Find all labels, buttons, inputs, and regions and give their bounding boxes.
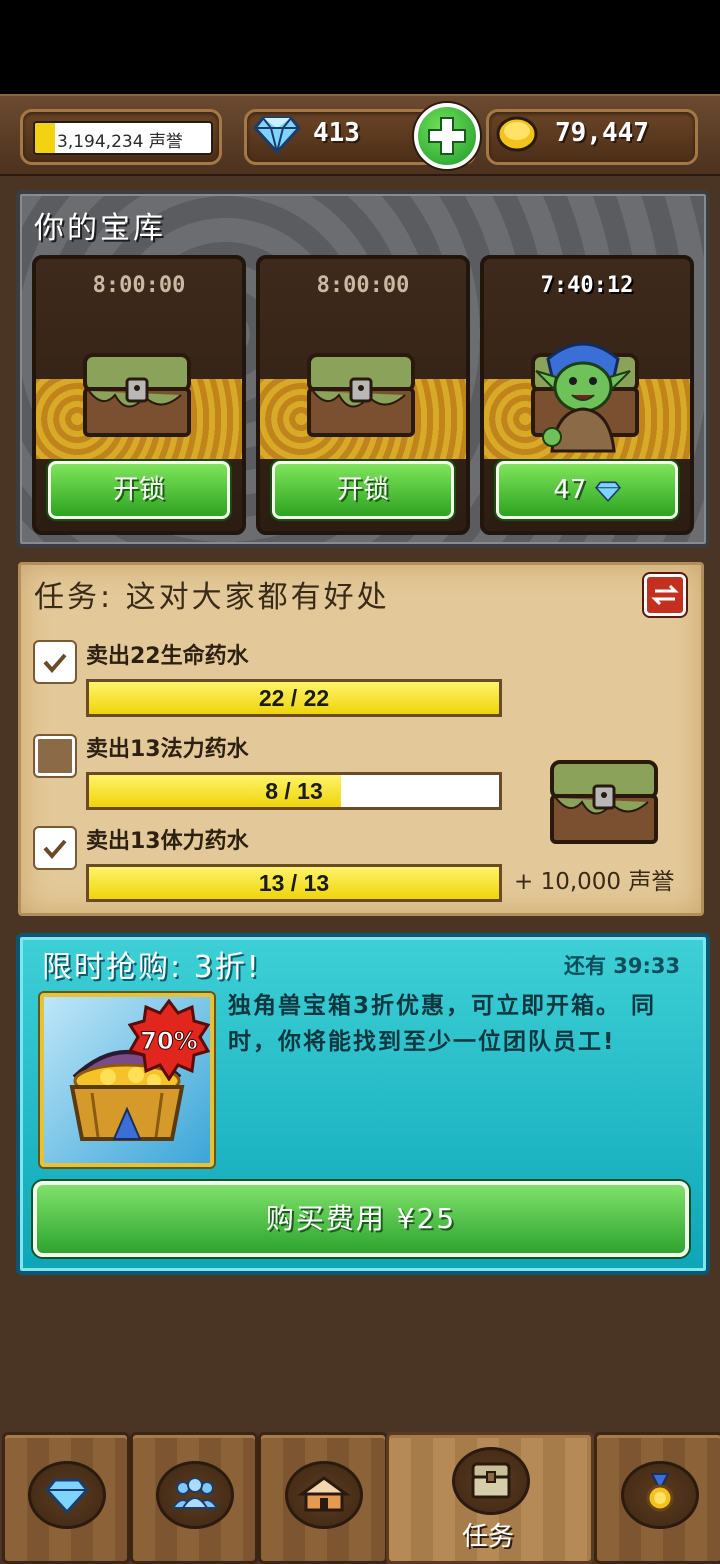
nav-team-icon-bg — [156, 1461, 234, 1529]
task-label: 卖出13法力药水 — [86, 737, 249, 762]
task-label: 卖出13体力药水 — [86, 829, 249, 854]
chest-icon — [307, 353, 415, 437]
house-icon — [297, 1476, 351, 1512]
flash-sale-title: 限时抢购: 3折! — [42, 950, 261, 985]
checkmark-icon — [43, 653, 67, 674]
nav-shop-icon-bg — [28, 1461, 106, 1529]
gold-pill[interactable]: 79,447 — [486, 109, 698, 165]
mission-reward: + 10,000 声誉 — [514, 869, 675, 895]
fame-progress: 3,194,234 声誉 — [33, 121, 213, 155]
vault-slot-2[interactable]: 8:00:00 开锁 — [256, 255, 470, 535]
status-bar-area — [0, 0, 720, 94]
speedup-cost: 47 — [553, 475, 587, 505]
nav-team[interactable] — [130, 1432, 258, 1564]
swap-icon — [651, 584, 679, 606]
task-checkbox-1 — [35, 642, 75, 682]
speedup-button[interactable]: 47 — [496, 461, 678, 519]
nav-shop[interactable] — [2, 1432, 130, 1564]
fame-pill[interactable]: 3,194,234 声誉 — [20, 109, 222, 165]
gold-count: 79,447 — [555, 118, 649, 148]
task-progress-bar: 8 / 13 — [86, 772, 502, 810]
slot-timer: 7:40:12 — [540, 273, 634, 298]
team-icon — [171, 1477, 219, 1509]
task-progress-text: 22 / 22 — [258, 685, 330, 711]
vault-slot-3[interactable]: 7:40:12 47 — [480, 255, 694, 535]
discount-badge: 70% — [140, 1027, 197, 1055]
resource-bar: 3,194,234 声誉 413 79,447 — [0, 94, 720, 176]
mission-swap-button[interactable] — [644, 574, 686, 616]
unicorn-chest-image: 70% — [40, 993, 214, 1167]
gold-coin-icon — [496, 116, 538, 152]
vault-title: 你的宝库 — [34, 211, 166, 246]
task-label: 卖出22生命药水 — [86, 644, 249, 669]
diamond-icon — [594, 481, 621, 502]
flash-sale-description: 独角兽宝箱3折优惠，可立即开箱。 同时，你将能找到至少一位团队员工! — [228, 993, 657, 1055]
task-progress-text: 13 / 13 — [258, 870, 330, 896]
fame-progress-fill — [35, 123, 55, 153]
medal-icon — [646, 1473, 674, 1512]
goblin-worker-icon — [535, 342, 631, 453]
flash-sale-timer: 还有 39:33 — [564, 954, 681, 978]
slot-timer: 8:00:00 — [316, 273, 410, 298]
unlock-button[interactable]: 开锁 — [272, 461, 454, 519]
slot-timer: 8:00:00 — [92, 273, 186, 298]
plus-icon — [428, 117, 466, 155]
nav-tasks-icon-bg — [452, 1447, 530, 1515]
nav-achievements[interactable] — [594, 1432, 720, 1564]
task-checkbox-2 — [35, 736, 75, 776]
task-checkbox-3 — [35, 828, 75, 868]
task-progress-text: 8 / 13 — [265, 778, 323, 804]
task-progress-bar: 22 / 22 — [86, 679, 502, 717]
buy-button[interactable]: 购买费用 ¥25 — [33, 1181, 689, 1257]
unlock-button[interactable]: 开锁 — [48, 461, 230, 519]
vault-slot-1[interactable]: 8:00:00 开锁 — [32, 255, 246, 535]
chest-icon — [83, 353, 191, 437]
diamond-icon — [253, 116, 301, 154]
diamond-icon — [45, 1478, 89, 1515]
gems-count: 413 — [313, 118, 360, 148]
checkmark-icon — [43, 839, 67, 860]
chest-icon — [471, 1462, 511, 1499]
task-progress-bar: 13 / 13 — [86, 864, 502, 902]
add-gems-button[interactable] — [414, 103, 480, 169]
nav-tasks-label: 任务 — [461, 1522, 514, 1552]
fame-value: 3,194,234 声誉 — [57, 132, 183, 152]
nav-shop-building[interactable] — [258, 1432, 388, 1564]
nav-achievements-icon-bg — [621, 1461, 699, 1529]
nav-building-icon-bg — [285, 1461, 363, 1529]
discount-burst-icon: 70% — [128, 999, 210, 1081]
reward-chest-icon — [550, 760, 658, 844]
mission-title: 任务: 这对大家都有好处 — [34, 580, 390, 615]
